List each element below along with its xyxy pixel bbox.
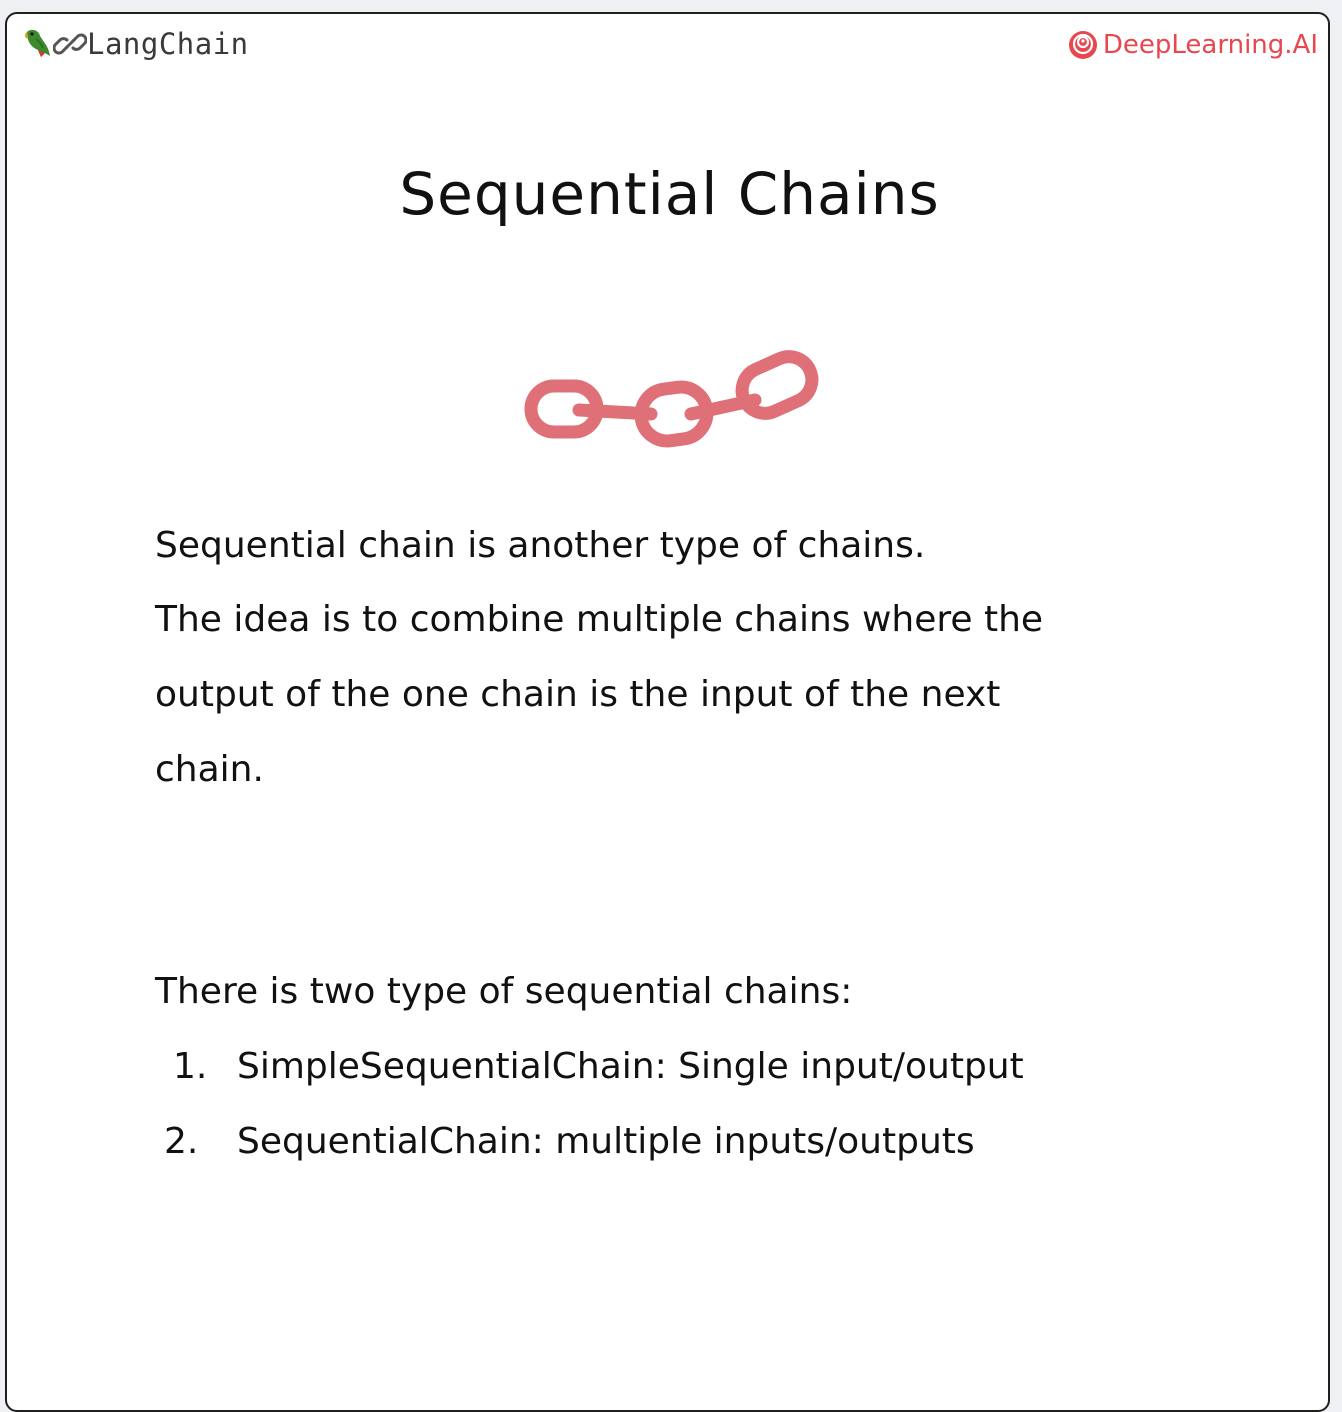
list-item-text: SequentialChain: multiple inputs/outputs bbox=[237, 1121, 975, 1162]
paragraph-line: chain. bbox=[155, 749, 264, 790]
deeplearning-logo-icon bbox=[1068, 31, 1097, 59]
list-item-text: SimpleSequentialChain: Single input/outp… bbox=[237, 1046, 1024, 1087]
langchain-brand: LangChain bbox=[19, 26, 249, 62]
paragraph-line: The idea is to combine multiple chains w… bbox=[155, 599, 1044, 640]
parrot-icon bbox=[24, 29, 50, 57]
list-item-number: 1. bbox=[173, 1046, 208, 1087]
deeplearning-wordmark: DeepLearning.AI bbox=[1102, 30, 1318, 60]
slide-title: Sequential Chains bbox=[399, 160, 940, 228]
slide-frame: LangChain DeepLearning.AI Sequential Cha… bbox=[5, 12, 1330, 1412]
paragraph-line: output of the one chain is the input of … bbox=[155, 674, 1001, 715]
langchain-wordmark: LangChain bbox=[87, 27, 249, 61]
deeplearning-brand: DeepLearning.AI bbox=[1067, 28, 1318, 62]
link-icon bbox=[53, 33, 87, 55]
chain-icon bbox=[524, 350, 819, 448]
list-item-number: 2. bbox=[164, 1121, 199, 1162]
paragraph-line: Sequential chain is another type of chai… bbox=[155, 525, 926, 566]
list-intro: There is two type of sequential chains: bbox=[155, 971, 853, 1012]
